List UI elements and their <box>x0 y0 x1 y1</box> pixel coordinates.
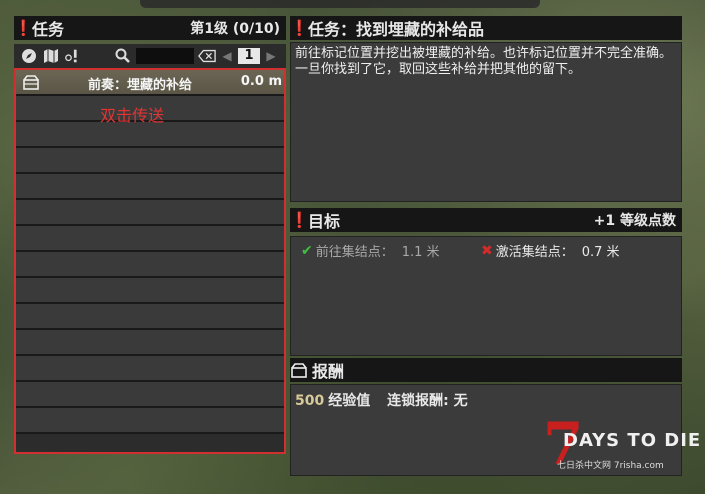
quest-detail-header: ❗ 任务：找到埋藏的补给品 <box>290 16 682 40</box>
objective-item: ✔ 前往集结点： 1.1 米 <box>301 241 440 261</box>
quest-description: 前往标记位置并挖出被埋藏的补给。也许标记位置并不完全准确。一旦你找到了它，取回这… <box>290 42 682 202</box>
objectives-body: ✔ 前往集结点： 1.1 米 ✖ 激活集结点： 0.7 米 <box>290 236 682 356</box>
objective-value: 1.1 米 <box>401 245 440 260</box>
objectives-header: ❗ 目标 +1 等级点数 <box>290 208 682 232</box>
prev-page-icon[interactable]: ◀ <box>220 49 234 63</box>
game-logo-watermark: 7 DAYS TO DIE 七日杀中文网 7risha.com <box>543 415 700 478</box>
cross-icon: ✖ <box>481 242 493 259</box>
empty-quest-row[interactable] <box>16 408 284 434</box>
logo-text: DAYS TO DIE <box>563 430 702 451</box>
quest-name: 前奏：埋藏的补给 <box>87 78 192 93</box>
next-page-icon[interactable]: ▶ <box>264 49 278 63</box>
empty-quest-row[interactable] <box>16 304 284 330</box>
empty-quest-row[interactable] <box>16 356 284 382</box>
quest-row[interactable]: 前奏：埋藏的补给 0.0 m <box>16 70 284 96</box>
quest-detail-title: 任务：找到埋藏的补给品 <box>308 20 485 39</box>
quest-distance: 0.0 m <box>240 74 282 89</box>
quest-toolbar: ◀ 1 ▶ <box>14 44 286 68</box>
bonus-skill-points: +1 等级点数 <box>593 213 676 229</box>
clear-search-icon[interactable] <box>198 47 216 65</box>
rewards-header: 报酬 <box>290 358 682 382</box>
empty-quest-row[interactable] <box>16 330 284 356</box>
quest-tier: 第1级 (0/10) <box>190 21 280 37</box>
objective-label: 激活集结点： <box>495 245 574 260</box>
empty-quest-row[interactable] <box>16 174 284 200</box>
objective-exclamation-icon: ❗ <box>290 211 309 229</box>
empty-quest-row[interactable] <box>16 226 284 252</box>
teleport-annotation: 双击传送 <box>100 106 165 125</box>
empty-quest-row[interactable] <box>16 200 284 226</box>
objective-label: 前往集结点： <box>315 245 394 260</box>
site-text: 七日杀中文网 7risha.com <box>557 461 664 471</box>
empty-quest-row[interactable] <box>16 278 284 304</box>
rewards-title: 报酬 <box>312 362 345 381</box>
quest-log-title: 任务 <box>32 20 65 39</box>
xp-label: 经验值 <box>328 393 371 409</box>
chain-reward: 连锁报酬: 无 <box>387 393 468 409</box>
quest-log-header: ❗ 任务 第1级 (0/10) <box>14 16 286 40</box>
page-number: 1 <box>238 48 260 64</box>
quest-exclamation-icon: ❗ <box>290 19 309 37</box>
top-hud-strip <box>140 0 540 8</box>
empty-quest-row[interactable] <box>16 252 284 278</box>
search-icon[interactable] <box>114 47 132 65</box>
compass-icon[interactable] <box>20 47 38 65</box>
map-icon[interactable] <box>42 47 60 65</box>
empty-quest-row[interactable] <box>16 382 284 408</box>
objective-item: ✖ 激活集结点： 0.7 米 <box>481 241 620 261</box>
quest-exclamation-icon: ❗ <box>14 19 33 37</box>
reward-box-icon <box>290 361 308 379</box>
track-quest-icon[interactable] <box>64 47 82 65</box>
objectives-title: 目标 <box>308 212 341 231</box>
empty-quest-row[interactable] <box>16 148 284 174</box>
search-input[interactable] <box>136 48 194 64</box>
xp-amount: 500 <box>295 393 325 409</box>
objective-value: 0.7 米 <box>581 245 620 260</box>
check-icon: ✔ <box>301 242 313 259</box>
